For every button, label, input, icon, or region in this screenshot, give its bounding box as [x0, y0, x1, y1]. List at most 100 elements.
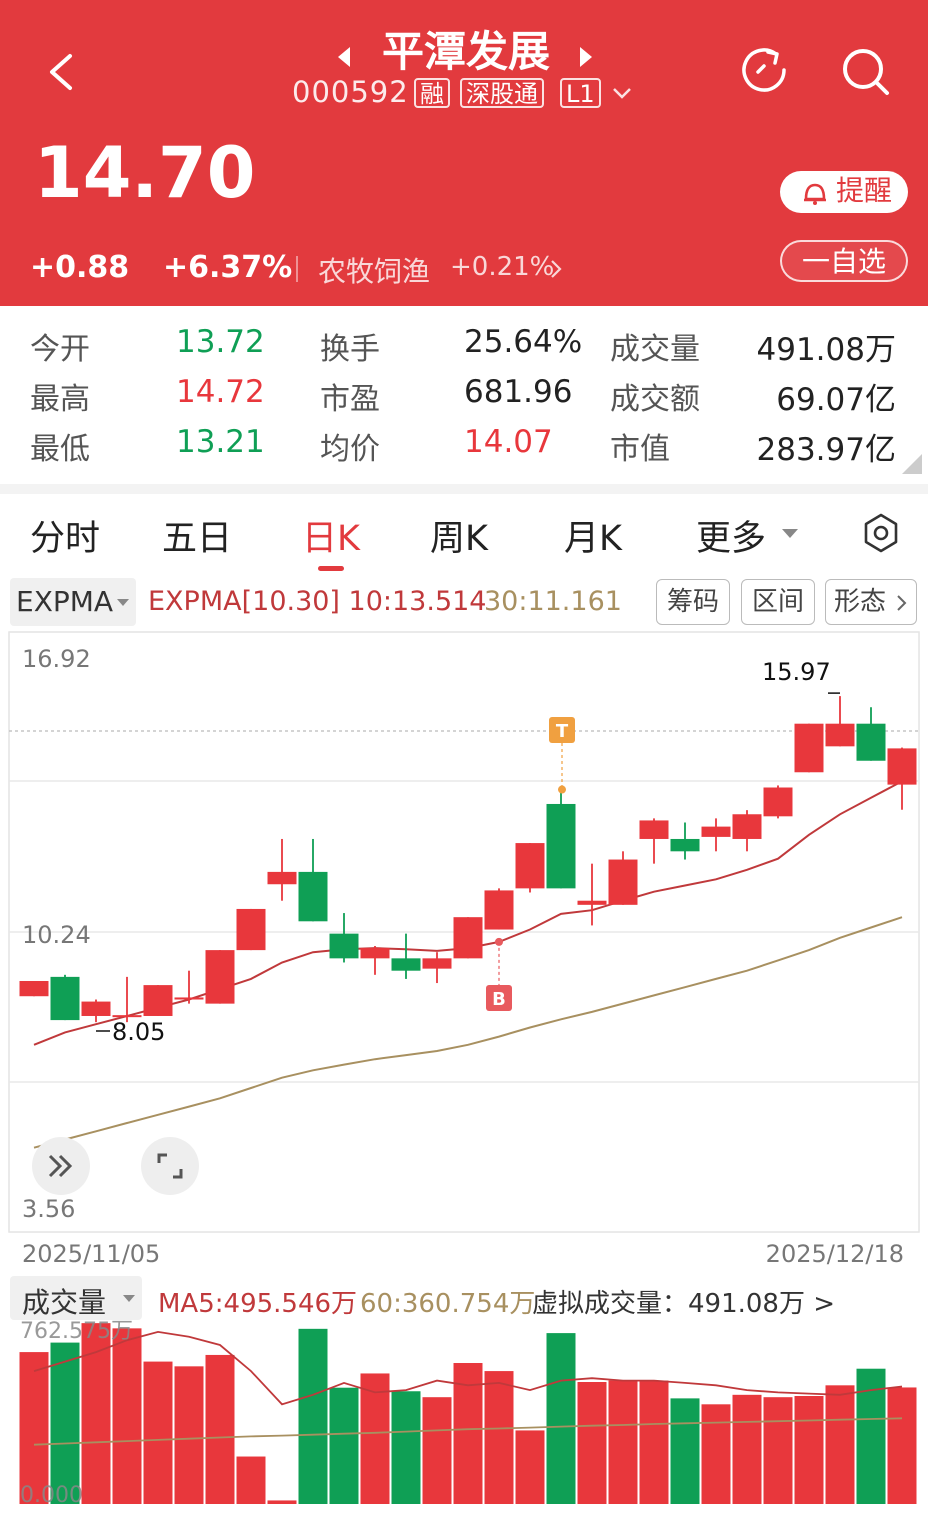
search-icon[interactable] [838, 44, 894, 100]
chip-range[interactable]: 区间 [741, 579, 815, 625]
alert-button[interactable]: 提醒 [780, 171, 908, 213]
margin-tag: 融 [414, 78, 450, 108]
fullscreen-button[interactable] [141, 1137, 199, 1195]
candle-body [515, 843, 545, 889]
candle-body [856, 723, 886, 761]
volume-bar [81, 1323, 111, 1504]
tab-five-day[interactable]: 五日 [162, 510, 232, 561]
virtual-volume[interactable]: 虚拟成交量：491.08万 > [532, 1283, 835, 1320]
tab-more[interactable]: 更多 [696, 510, 766, 561]
turnover-value: 25.64% [464, 324, 583, 360]
volume-bar [546, 1333, 576, 1504]
candle-body [732, 814, 762, 839]
tab-weekly-k[interactable]: 周K [430, 510, 488, 561]
volume-bar [515, 1430, 545, 1504]
high-marker-label: 15.97 [762, 658, 831, 686]
volume-value: 491.08万 [756, 332, 896, 368]
expma-summary: EXPMA[10.30] 10:13.514 [148, 586, 487, 617]
candle-body [205, 950, 235, 1004]
candle-body [453, 917, 483, 959]
pe-label: 市盈 [320, 382, 380, 417]
volume-bar [329, 1387, 359, 1504]
chip-chips[interactable]: 筹码 [656, 579, 730, 625]
candle-body [19, 980, 49, 997]
candle-body [81, 1001, 111, 1016]
candle-body [825, 723, 855, 747]
section-divider [0, 484, 928, 494]
level-tag: L1 [560, 78, 601, 108]
low-marker-label: 8.05 [112, 1018, 165, 1046]
prev-stock-icon[interactable] [334, 44, 356, 70]
refresh-icon[interactable] [736, 44, 792, 100]
volume-selector[interactable]: 成交量 [10, 1276, 142, 1320]
volume-bar [143, 1361, 173, 1504]
bell-icon [804, 183, 826, 205]
pe-value: 681.96 [464, 374, 573, 410]
candle-body [484, 890, 514, 930]
connect-tag: 深股通 [460, 78, 544, 108]
y-tick-mid: 10.24 [22, 921, 91, 949]
chevron-right-icon[interactable] [548, 258, 564, 280]
x-start-label: 2025/11/05 [22, 1240, 160, 1268]
candle-body [546, 803, 576, 889]
avg-value: 14.07 [464, 424, 553, 460]
volume-bar [887, 1387, 917, 1504]
candle-body [267, 871, 297, 885]
stats-panel: 今开 13.72 换手 25.64% 成交量 491.08万 最高 14.72 … [0, 306, 928, 486]
volume-bar [19, 1352, 49, 1504]
y-tick-min: 3.56 [22, 1195, 75, 1223]
expma30-value: 30:11.161 [484, 586, 622, 617]
volume-bar [50, 1342, 80, 1504]
settings-icon[interactable] [860, 512, 902, 554]
caret-down-icon[interactable] [780, 526, 800, 540]
volume-bar [608, 1380, 638, 1504]
candle-body [236, 908, 266, 951]
chevron-down-icon[interactable] [610, 84, 634, 102]
candle-body [329, 933, 359, 959]
chevron-right-icon [897, 595, 907, 611]
stock-title: 平潭发展 [381, 27, 550, 76]
candle-body [701, 826, 731, 837]
add-watchlist-button[interactable]: 一自选 [780, 240, 908, 282]
alert-label: 提醒 [836, 174, 893, 207]
top-signal-marker[interactable]: T [549, 717, 575, 743]
price-change: +0.88 [30, 250, 130, 285]
volume-y-top: 762.575万 [20, 1319, 133, 1344]
mcap-value: 283.97亿 [756, 432, 896, 468]
volume-chart[interactable]: 762.575万 0.000 [0, 1318, 928, 1515]
volume-bar [639, 1380, 669, 1504]
double-chevron-right-icon [48, 1154, 73, 1178]
sector-name[interactable]: 农牧饲渔 [318, 250, 430, 290]
y-tick-max: 16.92 [22, 645, 91, 673]
high-value: 14.72 [176, 374, 265, 410]
volume-bar [236, 1456, 266, 1504]
top-signal-label: T [556, 721, 569, 742]
expand-corner-icon[interactable] [900, 452, 924, 476]
next-stock-icon[interactable] [574, 44, 596, 70]
volume-selector-label: 成交量 [22, 1286, 107, 1319]
candle-body [577, 900, 607, 905]
indicator-selector[interactable]: EXPMA [10, 578, 136, 626]
caret-down-icon [117, 599, 129, 606]
candlestick-chart[interactable]: 16.92 10.24 3.56 2025/11/05 2025/12/18 1… [0, 630, 928, 1275]
indicator-selector-label: EXPMA [16, 585, 114, 618]
fullscreen-icon [157, 1153, 183, 1179]
candle-body [174, 997, 204, 1000]
volume-bar [205, 1354, 235, 1504]
tab-monthly-k[interactable]: 月K [564, 510, 622, 561]
amount-value: 69.07亿 [776, 382, 896, 418]
volume-bar [484, 1371, 514, 1504]
amount-label: 成交额 [610, 382, 700, 417]
tab-intraday[interactable]: 分时 [30, 510, 100, 561]
volume-bar [112, 1328, 142, 1504]
fast-forward-button[interactable] [32, 1137, 90, 1195]
sector-change[interactable]: +0.21% [450, 252, 554, 282]
tab-daily-k[interactable]: 日K [302, 510, 360, 561]
volume-bar [763, 1397, 793, 1504]
buy-signal-marker[interactable]: B [486, 985, 512, 1011]
back-arrow-icon[interactable] [40, 50, 80, 94]
current-price: 14.70 [34, 132, 256, 214]
top-signal-dot [558, 785, 566, 794]
chip-pattern[interactable]: 形态 [825, 579, 917, 625]
volume-bar [391, 1391, 421, 1504]
